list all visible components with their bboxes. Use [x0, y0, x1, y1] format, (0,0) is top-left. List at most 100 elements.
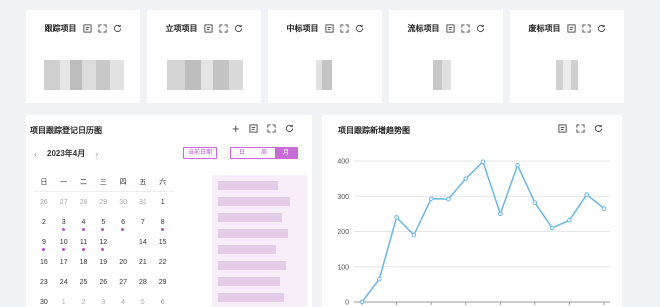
calendar-day[interactable]: 1	[54, 296, 74, 307]
calendar-tools: +	[232, 122, 294, 135]
calendar-day[interactable]: 28	[133, 276, 153, 290]
calendar-week-row: 2345678	[34, 216, 173, 231]
calendar-day[interactable]: 22	[153, 256, 173, 270]
calendar-day[interactable]: 2	[34, 216, 54, 230]
weekday-label: 五	[139, 179, 147, 186]
note-icon[interactable]	[82, 23, 92, 33]
calendar-day[interactable]: 16	[34, 256, 54, 270]
calendar-day[interactable]: 28	[74, 196, 94, 210]
data-point	[359, 299, 365, 305]
fullscreen-icon[interactable]	[460, 23, 470, 33]
refresh-icon[interactable]	[355, 24, 364, 33]
refresh-icon[interactable]	[234, 24, 243, 33]
calendar-day[interactable]: 14	[133, 236, 153, 250]
calendar-day[interactable]: 3	[93, 296, 113, 307]
data-point	[463, 176, 469, 181]
calendar-day[interactable]: 12	[93, 236, 113, 251]
fullscreen-icon[interactable]	[267, 124, 276, 133]
calendar-day[interactable]: 30	[113, 196, 133, 210]
note-icon[interactable]	[249, 124, 258, 133]
calendar-week-row: 16 17 18 19 20 21 22	[34, 256, 173, 270]
view-day-button[interactable]: 日	[231, 148, 253, 158]
stat-card: 跟踪项目	[26, 10, 140, 103]
fullscreen-icon[interactable]	[581, 23, 591, 33]
calendar-day[interactable]: 17	[54, 256, 74, 270]
calendar-day[interactable]: 27	[113, 276, 133, 290]
calendar-day[interactable]: 29	[153, 276, 173, 290]
stat-header: 中标项目	[268, 20, 382, 36]
calendar-day[interactable]: 31	[133, 196, 153, 210]
stat-card: 立项项目	[147, 10, 261, 103]
y-tick-label: 200	[337, 229, 349, 236]
weekday-label: 日	[40, 179, 48, 186]
calendar-day[interactable]: 7	[133, 216, 153, 230]
y-tick-label: 400	[337, 159, 349, 166]
refresh-icon[interactable]	[285, 124, 294, 133]
data-point	[428, 196, 434, 202]
calendar-day[interactable]: 6	[113, 216, 133, 231]
data-point	[480, 159, 486, 165]
prev-month-button[interactable]: ‹	[34, 149, 37, 159]
refresh-icon[interactable]	[597, 24, 606, 33]
y-tick-label: 100	[337, 264, 349, 271]
calendar-day[interactable]: 19	[93, 256, 113, 270]
calendar-day[interactable]: 10	[54, 236, 74, 251]
today-button[interactable]: 当前日期	[183, 147, 217, 159]
fullscreen-icon[interactable]	[97, 23, 107, 33]
calendar-week-row: 23 24 25 26 27 28 29	[34, 276, 173, 290]
weekday-header: 日 一 二 三 四 五 六	[34, 177, 173, 187]
calendar-day[interactable]: 13	[113, 235, 133, 250]
calendar-day[interactable]: 9	[34, 236, 54, 251]
note-icon[interactable]	[566, 23, 576, 33]
calendar-day[interactable]: 5	[93, 216, 113, 231]
add-icon[interactable]: +	[232, 122, 240, 135]
calendar-day[interactable]: 26	[34, 196, 54, 210]
data-point	[532, 200, 538, 205]
calendar-day[interactable]: 4	[74, 216, 94, 231]
calendar-day[interactable]: 23	[34, 276, 54, 290]
stat-title: 流标项目	[407, 23, 440, 33]
fullscreen-icon[interactable]	[339, 23, 349, 33]
refresh-icon[interactable]	[476, 24, 485, 33]
calendar-day[interactable]: 11	[74, 236, 94, 251]
calendar-day[interactable]: 25	[74, 276, 94, 290]
trend-chart: 0 100 200 300 400	[337, 159, 610, 307]
data-point	[394, 215, 399, 220]
calendar-day[interactable]: 27	[54, 196, 74, 210]
calendar-day[interactable]: 1	[153, 196, 173, 210]
calendar-day[interactable]: 3	[54, 216, 74, 231]
calendar-day[interactable]: 20	[113, 256, 133, 270]
note-icon[interactable]	[324, 23, 334, 33]
stat-card: 流标项目	[389, 10, 503, 103]
stat-value-blurred	[556, 60, 578, 90]
calendar-day[interactable]: 15	[153, 236, 173, 250]
calendar-day[interactable]: 6	[153, 296, 173, 307]
view-week-button[interactable]: 周	[253, 148, 275, 158]
data-point	[584, 192, 590, 197]
view-switcher: 日 周 月	[230, 147, 298, 159]
calendar-day[interactable]: 26	[93, 276, 113, 290]
calendar-day[interactable]: 8	[153, 216, 173, 231]
note-icon[interactable]	[203, 23, 213, 33]
view-month-button[interactable]: 月	[275, 148, 297, 158]
calendar-day[interactable]: 24	[54, 276, 74, 290]
calendar-day[interactable]: 5	[133, 296, 153, 307]
note-icon[interactable]	[445, 23, 455, 33]
calendar-day[interactable]: 4	[113, 296, 133, 307]
next-month-button[interactable]: ›	[95, 149, 98, 159]
fullscreen-icon[interactable]	[218, 23, 228, 33]
weekday-label: 四	[119, 179, 127, 186]
calendar-month-nav: ‹ 2023年4月 ›	[34, 148, 98, 159]
refresh-icon[interactable]	[113, 24, 122, 33]
data-point	[567, 217, 572, 223]
calendar-day[interactable]: 18	[74, 256, 94, 270]
calendar-day[interactable]: 30	[34, 296, 54, 307]
stat-value-blurred	[316, 60, 332, 90]
weekday-label: 一	[60, 179, 68, 186]
calendar-week-row: 26 27 28 29 30 31 1	[34, 196, 173, 210]
stat-title: 跟踪项目	[44, 23, 77, 33]
stat-header: 废标项目	[510, 20, 624, 36]
calendar-day[interactable]: 29	[93, 196, 113, 210]
calendar-day[interactable]: 2	[74, 296, 94, 307]
calendar-day[interactable]: 21	[133, 256, 153, 270]
